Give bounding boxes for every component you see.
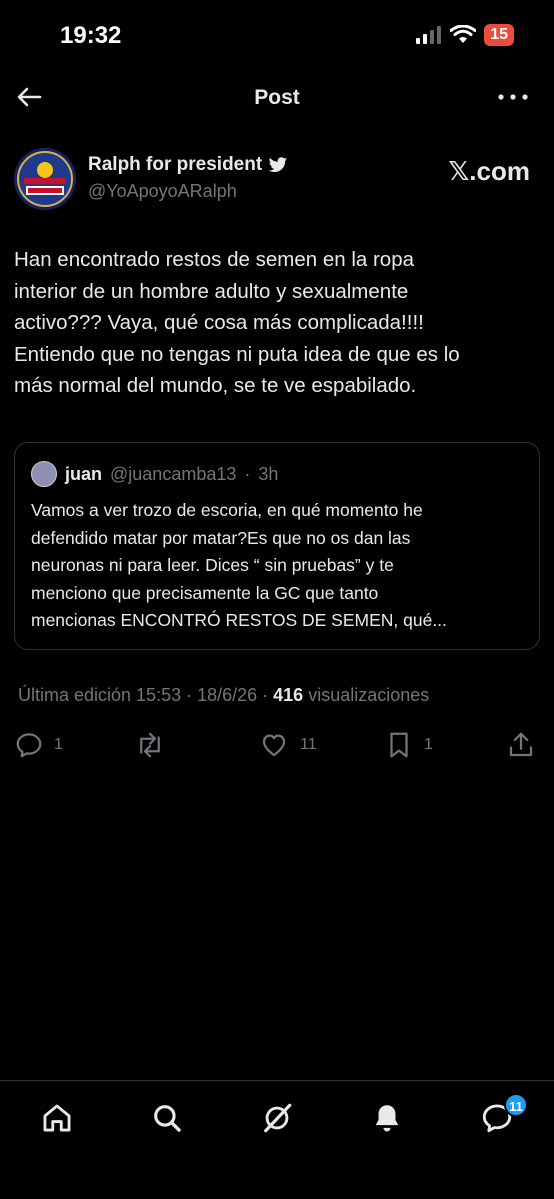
action-bar: 1 11 1	[14, 730, 540, 764]
page-title: Post	[254, 86, 300, 109]
heart-icon	[262, 734, 286, 757]
like-count: 11	[300, 736, 317, 753]
bookmark-icon	[390, 732, 408, 758]
source-watermark: 𝕏.com	[448, 156, 530, 186]
repost-button[interactable]	[134, 730, 176, 760]
quoted-line: Vamos a ver trozo de escoria, en qué mom…	[31, 500, 423, 520]
post-line: activo??? Vaya, qué cosa más complicada!…	[14, 311, 424, 334]
quoted-author-name: juan	[65, 463, 103, 484]
bottom-navigation: 11	[0, 1080, 554, 1199]
post-line: Han encontrado restos de semen en la rop…	[14, 248, 415, 271]
author-handle[interactable]: @YoApoyoARalph	[88, 181, 237, 202]
author-name[interactable]: Ralph for president	[88, 154, 288, 176]
quoted-avatar	[31, 461, 57, 487]
quoted-line: defendido matar por matar?Es que no os d…	[31, 527, 411, 548]
quoted-line: menciono que precisamente la GC que tant…	[31, 582, 379, 603]
views-label: visualizaciones	[303, 685, 430, 705]
author-name-text: Ralph for president	[88, 154, 263, 175]
quoted-post[interactable]: juan @juancamba13 · 3h Vamos a ver trozo…	[14, 442, 540, 650]
quoted-post-header: juan @juancamba13 · 3h	[31, 461, 278, 487]
share-button[interactable]	[506, 730, 536, 760]
notifications-bell-icon[interactable]	[370, 1101, 404, 1135]
post-meta: Última edición 15:53 · 18/6/26 · 416 vis…	[18, 685, 429, 706]
grok-icon[interactable]	[260, 1101, 294, 1135]
post-line: Entiendo que no tengas ni puta idea de q…	[14, 342, 460, 366]
reply-button[interactable]: 1	[14, 730, 63, 760]
avatar-image	[14, 148, 76, 210]
battery-indicator: 15	[484, 24, 514, 46]
edited-timestamp[interactable]: Última edición 15:53 · 18/6/26 ·	[18, 685, 273, 705]
bookmark-count: 1	[424, 736, 433, 753]
share-icon	[509, 732, 533, 757]
post-author: Ralph for president @YoApoyoARalph 𝕏.com	[14, 148, 540, 212]
quoted-separator: ·	[244, 463, 251, 484]
like-button[interactable]: 11	[258, 730, 317, 760]
search-icon[interactable]	[150, 1101, 184, 1135]
quoted-post-body: Vamos a ver trozo de escoria, en qué mom…	[31, 497, 527, 635]
reply-icon	[16, 733, 42, 758]
reply-count: 1	[54, 736, 63, 753]
bookmark-button[interactable]: 1	[384, 730, 433, 760]
messages-badge: 11	[504, 1093, 528, 1117]
status-icons: 15	[416, 24, 514, 46]
status-time: 19:32	[60, 22, 122, 49]
post-line: interior de un hombre adulto y sexualmen…	[14, 279, 409, 303]
quoted-line: mencionas ENCONTRÓ RESTOS DE SEMEN, qué.…	[31, 610, 447, 630]
post-line: más normal del mundo, se te ve espabilad…	[14, 374, 417, 397]
post-body: Han encontrado restos de semen en la rop…	[14, 244, 540, 402]
quoted-line: neuronas ni para leer. Dices “ sin prueb…	[31, 555, 394, 575]
bird-icon	[268, 156, 288, 172]
quoted-time: 3h	[258, 463, 279, 484]
status-bar: 19:32 15	[0, 0, 554, 72]
more-options-icon[interactable]	[496, 82, 530, 112]
views-count: 416	[273, 685, 304, 705]
repost-icon	[140, 732, 160, 758]
header: Post	[0, 78, 554, 118]
quoted-author-handle: @juancamba13	[110, 463, 237, 484]
wifi-icon	[450, 25, 477, 43]
signal-icon	[416, 26, 442, 44]
avatar[interactable]	[14, 148, 76, 210]
home-icon[interactable]	[40, 1101, 74, 1135]
